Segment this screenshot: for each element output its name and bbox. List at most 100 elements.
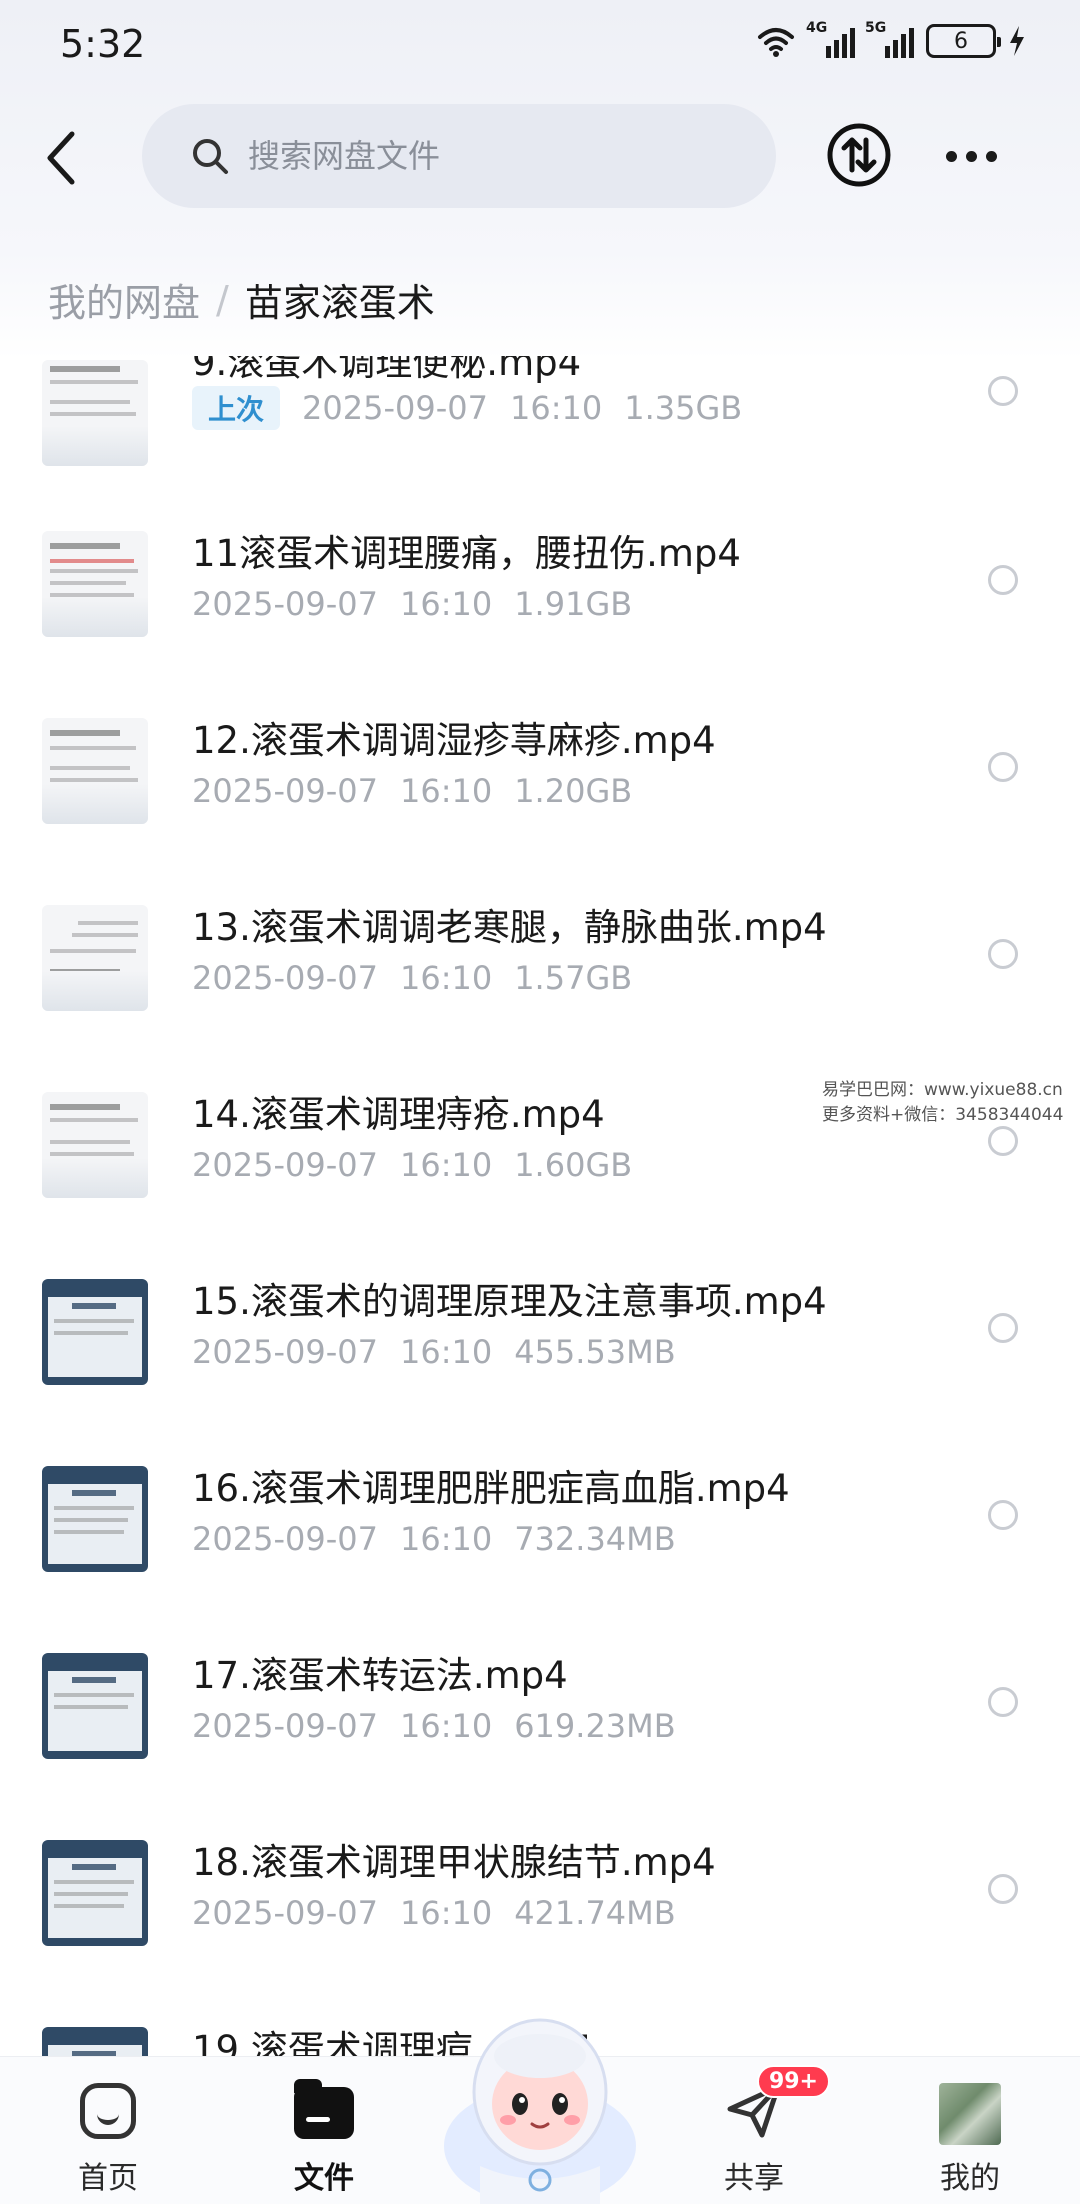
- file-name: 11滚蛋术调理腰痛，腰扭伤.mp4: [192, 532, 741, 575]
- file-row[interactable]: 9.滚蛋术调理便秘.mp4 上次 2025-09-07 16:10 1.35GB: [0, 356, 1080, 523]
- file-meta: 2025-09-07 16:10 1.60GB: [192, 1146, 632, 1184]
- file-row[interactable]: 17.滚蛋术转运法.mp4 2025-09-07 16:10 619.23MB: [0, 1645, 1080, 1832]
- file-time: 16:10: [399, 1333, 493, 1371]
- file-date: 2025-09-07: [192, 1520, 378, 1558]
- file-time: 16:10: [399, 1707, 493, 1745]
- select-radio[interactable]: [988, 565, 1018, 595]
- file-time: 16:10: [509, 389, 603, 427]
- file-size: 1.57GB: [514, 959, 633, 997]
- search-bar[interactable]: [142, 104, 776, 208]
- file-row[interactable]: 15.滚蛋术的调理原理及注意事项.mp4 2025-09-07 16:10 45…: [0, 1271, 1080, 1458]
- transfer-icon: [827, 123, 891, 187]
- file-thumbnail: [42, 531, 148, 637]
- select-radio[interactable]: [988, 1313, 1018, 1343]
- select-radio[interactable]: [988, 939, 1018, 969]
- search-input[interactable]: [248, 137, 668, 175]
- file-size: 1.20GB: [514, 772, 633, 810]
- file-size: 455.53MB: [514, 1333, 676, 1371]
- breadcrumb-separator: /: [216, 277, 229, 322]
- file-name: 16.滚蛋术调理肥胖肥症高血脂.mp4: [192, 1467, 790, 1510]
- breadcrumb-root[interactable]: 我的网盘: [48, 272, 200, 327]
- file-thumbnail: [42, 1466, 148, 1572]
- watermark-line1: 易学巴巴网：www.yixue88.cn: [822, 1080, 1063, 1100]
- file-time: 16:10: [399, 585, 493, 623]
- file-date: 2025-09-07: [192, 585, 378, 623]
- status-time: 5:32: [60, 22, 146, 66]
- file-time: 16:10: [399, 1520, 493, 1558]
- folder-icon: [292, 2079, 356, 2143]
- home-icon: [76, 2079, 140, 2143]
- file-date: 2025-09-07: [192, 772, 378, 810]
- watermark-line2: 更多资料+微信：3458344044: [822, 1105, 1064, 1125]
- file-row[interactable]: 16.滚蛋术调理肥胖肥症高血脂.mp4 2025-09-07 16:10 732…: [0, 1458, 1080, 1645]
- file-date: 2025-09-07: [192, 1333, 378, 1371]
- file-meta: 2025-09-07 16:10 1.57GB: [192, 959, 632, 997]
- file-name: 17.滚蛋术转运法.mp4: [192, 1654, 568, 1697]
- file-size: 619.23MB: [514, 1707, 676, 1745]
- file-name: 9.滚蛋术调理便秘.mp4: [192, 356, 582, 384]
- file-row[interactable]: 12.滚蛋术调调湿疹荨麻疹.mp4 2025-09-07 16:10 1.20G…: [0, 710, 1080, 897]
- file-thumbnail: [42, 1653, 148, 1759]
- file-meta: 2025-09-07 16:10 421.74MB: [192, 1894, 676, 1932]
- last-opened-badge: 上次: [192, 386, 281, 430]
- file-meta: 2025-09-07 16:10 1.91GB: [192, 585, 632, 623]
- file-thumbnail: [42, 2027, 148, 2056]
- file-meta: 2025-09-07 16:10 619.23MB: [192, 1707, 676, 1745]
- select-radio[interactable]: [988, 1500, 1018, 1530]
- file-meta: 上次 2025-09-07 16:10 1.35GB: [192, 386, 742, 430]
- file-thumbnail: [42, 718, 148, 824]
- net2-label: 5G: [865, 20, 887, 36]
- file-time: 16:10: [399, 959, 493, 997]
- signal-icon: 5G: [865, 20, 914, 58]
- file-time: 16:10: [399, 1146, 493, 1184]
- back-button[interactable]: [38, 128, 88, 188]
- nav-share[interactable]: 99+ 共享: [684, 2057, 830, 2204]
- file-name: 15.滚蛋术的调理原理及注意事项.mp4: [192, 1280, 827, 1323]
- file-size: 1.91GB: [514, 585, 633, 623]
- nav-files-label: 文件: [294, 2161, 354, 2196]
- paper-plane-icon: 99+: [722, 2065, 830, 2143]
- file-time: 16:10: [399, 1894, 493, 1932]
- select-radio[interactable]: [988, 1687, 1018, 1717]
- file-size: 732.34MB: [514, 1520, 676, 1558]
- file-date: 2025-09-07: [192, 1146, 378, 1184]
- file-row[interactable]: 11滚蛋术调理腰痛，腰扭伤.mp4 2025-09-07 16:10 1.91G…: [0, 523, 1080, 710]
- file-size: 1.60GB: [514, 1146, 633, 1184]
- file-date: 2025-09-07: [302, 389, 488, 427]
- file-thumbnail: [42, 905, 148, 1011]
- file-row[interactable]: 18.滚蛋术调理甲状腺结节.mp4 2025-09-07 16:10 421.7…: [0, 1832, 1080, 2019]
- search-icon: [193, 139, 228, 174]
- file-date: 2025-09-07: [192, 1894, 378, 1932]
- breadcrumb: 我的网盘 / 苗家滚蛋术: [48, 272, 435, 327]
- file-thumbnail: [42, 360, 148, 466]
- file-list[interactable]: 9.滚蛋术调理便秘.mp4 上次 2025-09-07 16:10 1.35GB…: [0, 356, 1080, 2056]
- net1-label: 4G: [806, 20, 828, 36]
- file-size: 421.74MB: [514, 1894, 676, 1932]
- status-bar: 5:32 4G 5G 6: [0, 0, 1080, 90]
- file-meta: 2025-09-07 16:10 732.34MB: [192, 1520, 676, 1558]
- file-meta: 2025-09-07 16:10 1.20GB: [192, 772, 632, 810]
- file-row[interactable]: 13.滚蛋术调调老寒腿，静脉曲张.mp4 2025-09-07 16:10 1.…: [0, 897, 1080, 1084]
- assistant-mascot-icon[interactable]: [440, 1996, 640, 2204]
- breadcrumb-current: 苗家滚蛋术: [244, 281, 435, 325]
- select-radio[interactable]: [988, 376, 1018, 406]
- file-name: 18.滚蛋术调理甲状腺结节.mp4: [192, 1841, 716, 1884]
- file-name: 13.滚蛋术调调老寒腿，静脉曲张.mp4: [192, 906, 827, 949]
- file-time: 16:10: [399, 772, 493, 810]
- nav-me[interactable]: 我的: [900, 2057, 1040, 2204]
- nav-me-label: 我的: [940, 2161, 1000, 2196]
- select-radio[interactable]: [988, 1126, 1018, 1156]
- file-size: 1.35GB: [624, 389, 743, 427]
- select-radio[interactable]: [988, 752, 1018, 782]
- file-name: 14.滚蛋术调理痔疮.mp4: [192, 1093, 605, 1136]
- transfer-button[interactable]: [826, 122, 892, 188]
- file-thumbnail: [42, 1092, 148, 1198]
- share-badge: 99+: [756, 2065, 830, 2098]
- nav-files[interactable]: 文件: [254, 2057, 394, 2204]
- nav-share-label: 共享: [724, 2161, 784, 2196]
- more-icon[interactable]: [946, 138, 1006, 174]
- watermark: 易学巴巴网：www.yixue88.cn 更多资料+微信：3458344044: [822, 1078, 1063, 1128]
- file-date: 2025-09-07: [192, 1707, 378, 1745]
- nav-home[interactable]: 首页: [38, 2057, 178, 2204]
- select-radio[interactable]: [988, 1874, 1018, 1904]
